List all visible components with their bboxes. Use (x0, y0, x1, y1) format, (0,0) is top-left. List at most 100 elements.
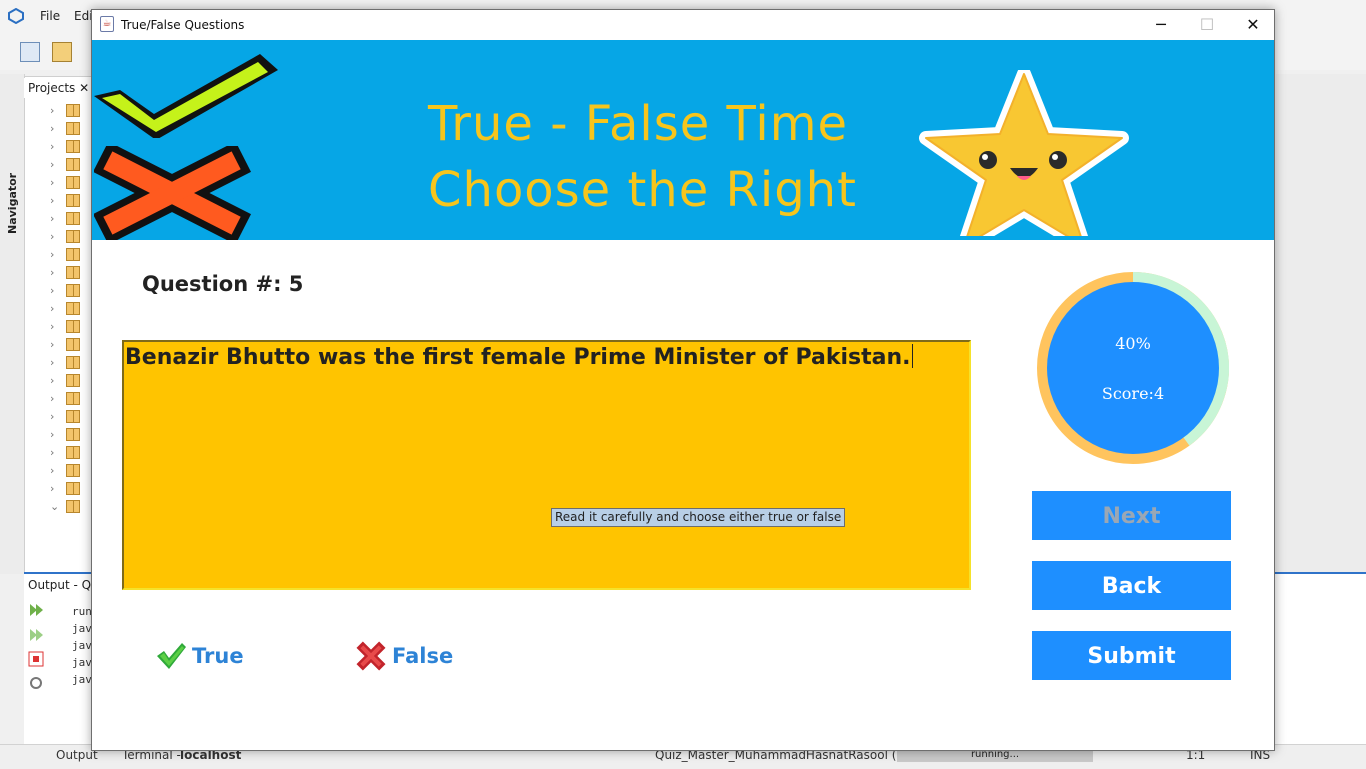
smiling-star-icon (919, 70, 1129, 236)
expand-arrow-icon[interactable]: › (50, 176, 54, 189)
question-textarea[interactable]: Benazir Bhutto was the first female Prim… (122, 340, 971, 590)
menu-file[interactable]: File (40, 9, 60, 23)
tree-node[interactable]: › (50, 156, 90, 174)
output-line: jav (72, 673, 92, 686)
expand-arrow-icon[interactable]: › (50, 392, 54, 405)
stop-icon[interactable] (28, 651, 44, 667)
new-file-icon[interactable] (20, 42, 40, 62)
package-icon (66, 374, 80, 387)
tree-node[interactable]: › (50, 192, 90, 210)
java-icon: ☕ (100, 16, 114, 32)
close-button[interactable]: ✕ (1230, 10, 1276, 40)
package-icon (66, 104, 80, 117)
expand-arrow-icon[interactable]: › (50, 158, 54, 171)
question-number: Question #: 5 (142, 272, 304, 296)
expand-arrow-icon[interactable]: › (50, 122, 54, 135)
expand-arrow-icon[interactable]: › (50, 194, 54, 207)
tree-node[interactable]: › (50, 120, 90, 138)
tree-node[interactable]: ⌄ (50, 498, 90, 516)
tree-node[interactable]: › (50, 390, 90, 408)
tree-node[interactable]: › (50, 318, 90, 336)
tree-node[interactable]: › (50, 336, 90, 354)
ide-right-area (1276, 74, 1366, 574)
expand-arrow-icon[interactable]: › (50, 284, 54, 297)
expand-arrow-icon[interactable]: ⌄ (50, 500, 59, 513)
true-false-dialog: ☕ True/False Questions ─ ☐ ✕ True - Fals… (91, 9, 1275, 751)
expand-arrow-icon[interactable]: › (50, 320, 54, 333)
banner-title-line2: Choose the Right (428, 162, 857, 218)
option-true[interactable]: True (156, 638, 244, 674)
package-icon (66, 122, 80, 135)
output-line: jav (72, 639, 92, 652)
minimize-icon: ─ (1156, 15, 1166, 34)
tree-node[interactable]: › (50, 444, 90, 462)
projects-tab[interactable]: Projects ✕ (24, 78, 94, 98)
tree-node[interactable]: › (50, 264, 90, 282)
expand-arrow-icon[interactable]: › (50, 356, 54, 369)
output-line: jav (72, 622, 92, 635)
option-false-label: False (392, 644, 454, 668)
minimize-button[interactable]: ─ (1138, 10, 1184, 40)
dialog-title: True/False Questions (121, 18, 245, 32)
package-icon (66, 392, 80, 405)
expand-arrow-icon[interactable]: › (50, 464, 54, 477)
package-icon (66, 212, 80, 225)
question-tooltip: Read it carefully and choose either true… (551, 508, 846, 527)
expand-arrow-icon[interactable]: › (50, 302, 54, 315)
next-button[interactable]: Next (1032, 491, 1231, 540)
tree-node[interactable]: › (50, 426, 90, 444)
tree-node[interactable]: › (50, 228, 90, 246)
rerun-different-icon[interactable] (28, 627, 44, 643)
cross-mark-icon (94, 146, 251, 240)
expand-arrow-icon[interactable]: › (50, 338, 54, 351)
expand-arrow-icon[interactable]: › (50, 266, 54, 279)
package-icon (66, 482, 80, 495)
tree-node[interactable]: › (50, 174, 90, 192)
expand-arrow-icon[interactable]: › (50, 374, 54, 387)
expand-arrow-icon[interactable]: › (50, 482, 54, 495)
expand-arrow-icon[interactable]: › (50, 212, 54, 225)
maximize-button[interactable]: ☐ (1184, 10, 1230, 40)
navigator-tab[interactable]: Navigator (6, 173, 19, 234)
expand-arrow-icon[interactable]: › (50, 104, 54, 117)
package-icon (66, 500, 80, 513)
tree-node[interactable]: › (50, 138, 90, 156)
output-line: jav (72, 656, 92, 669)
dialog-titlebar[interactable]: ☕ True/False Questions ─ ☐ ✕ (92, 10, 1274, 40)
tree-node[interactable]: › (50, 300, 90, 318)
package-icon (66, 266, 80, 279)
settings-icon[interactable] (28, 675, 44, 691)
package-icon (66, 248, 80, 261)
tree-node[interactable]: › (50, 372, 90, 390)
rerun-icon[interactable] (28, 602, 44, 618)
back-button[interactable]: Back (1032, 561, 1231, 610)
tree-node[interactable]: › (50, 282, 90, 300)
expand-arrow-icon[interactable]: › (50, 248, 54, 261)
option-false[interactable]: False (356, 638, 453, 674)
tree-node[interactable]: › (50, 210, 90, 228)
progress-percent: 40% (1115, 334, 1151, 353)
tree-node[interactable]: › (50, 462, 90, 480)
package-icon (66, 140, 80, 153)
banner-title-line1: True - False Time (428, 96, 849, 152)
expand-arrow-icon[interactable]: › (50, 410, 54, 423)
progress-center: 40% Score:4 (1047, 282, 1219, 454)
submit-button[interactable]: Submit (1032, 631, 1231, 680)
new-project-icon[interactable] (52, 42, 72, 62)
option-true-label: True (192, 644, 244, 668)
package-icon (66, 302, 80, 315)
expand-arrow-icon[interactable]: › (50, 428, 54, 441)
tree-node[interactable]: › (50, 408, 90, 426)
tree-node[interactable]: › (50, 246, 90, 264)
output-line: run (72, 605, 92, 618)
expand-arrow-icon[interactable]: › (50, 230, 54, 243)
menu-edit[interactable]: Edi (74, 9, 93, 23)
check-mark-icon (94, 54, 278, 138)
tree-node[interactable]: › (50, 102, 90, 120)
tree-node[interactable]: › (50, 480, 90, 498)
expand-arrow-icon[interactable]: › (50, 446, 54, 459)
expand-arrow-icon[interactable]: › (50, 140, 54, 153)
close-icon: ✕ (1246, 15, 1260, 34)
tree-node[interactable]: › (50, 354, 90, 372)
ide-left-strip: Navigator (0, 74, 25, 574)
